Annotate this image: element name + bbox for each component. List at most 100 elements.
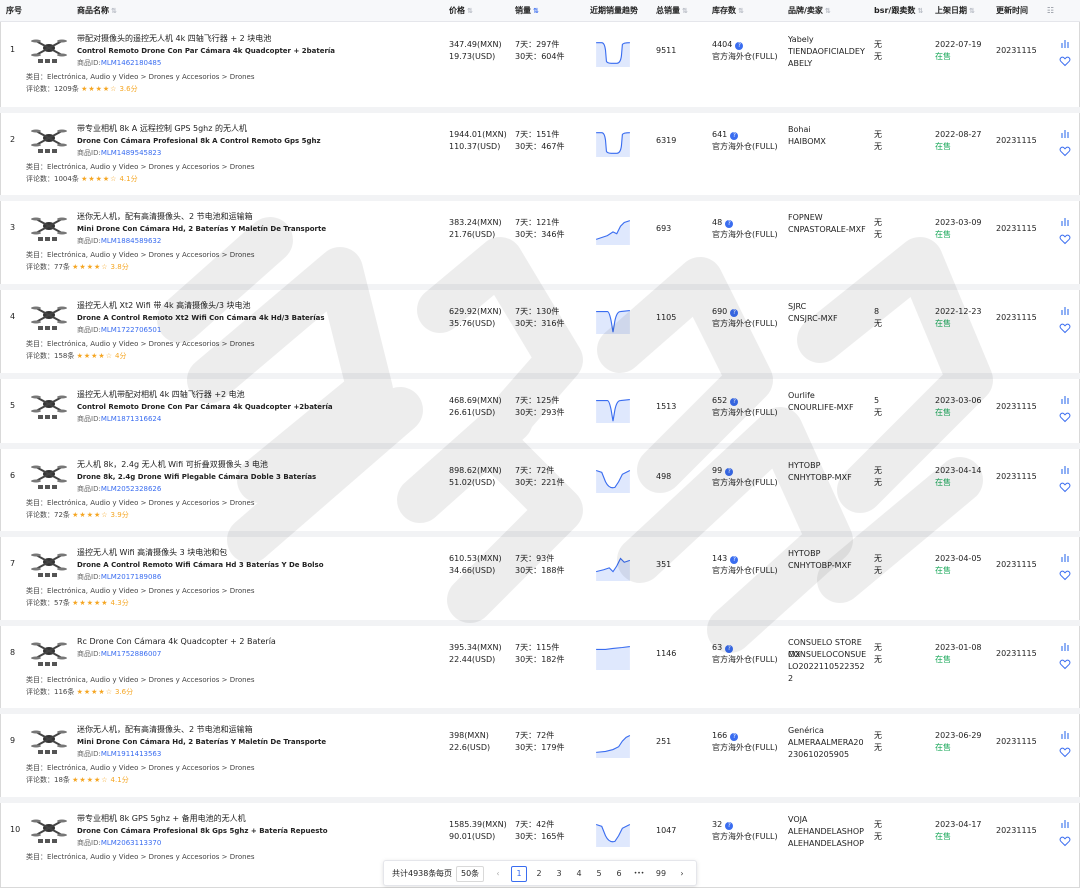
- sort-icon[interactable]: ⇅: [682, 0, 688, 22]
- sort-icon[interactable]: ⇅: [825, 0, 831, 22]
- seller-name[interactable]: CNSJRC-MXF: [788, 313, 868, 325]
- page-last-button[interactable]: 99: [653, 866, 669, 882]
- help-icon[interactable]: ?: [725, 220, 734, 228]
- help-icon[interactable]: ?: [730, 398, 739, 406]
- per-page-select[interactable]: 50条: [456, 866, 485, 882]
- product-thumbnail[interactable]: [30, 211, 68, 243]
- product-title-es[interactable]: Mini Drone Con Cámara Hd, 2 Baterías Y M…: [77, 223, 326, 235]
- product-title-es[interactable]: Drone Con Cámara Profesional 8k A Contro…: [77, 135, 321, 147]
- product-id-link[interactable]: MLM1911413563: [101, 750, 162, 758]
- chart-icon[interactable]: [1059, 463, 1071, 475]
- favorite-heart-icon[interactable]: [1059, 481, 1071, 493]
- col-sales[interactable]: 销量 ⇅: [515, 0, 539, 22]
- col-brand[interactable]: 品牌/卖家 ⇅: [788, 0, 831, 22]
- product-id-link[interactable]: MLM1752886007: [101, 650, 162, 658]
- sales-trend-sparkline[interactable]: [593, 551, 633, 581]
- product-title-cn[interactable]: 带专业相机 8k A 远程控制 GPS 5ghz 的无人机: [77, 123, 247, 135]
- product-id-link[interactable]: MLM1489545823: [101, 149, 162, 157]
- favorite-heart-icon[interactable]: [1059, 835, 1071, 847]
- favorite-heart-icon[interactable]: [1059, 569, 1071, 581]
- product-title-es[interactable]: Drone A Control Remoto Wifi Cámara Hd 3 …: [77, 559, 324, 571]
- favorite-heart-icon[interactable]: [1059, 411, 1071, 423]
- favorite-heart-icon[interactable]: [1059, 55, 1071, 67]
- product-title-cn[interactable]: 迷你无人机，配有高清摄像头、2 节电池和运输箱: [77, 724, 253, 736]
- sales-trend-sparkline[interactable]: [593, 215, 633, 245]
- col-price[interactable]: 价格 ⇅: [449, 0, 473, 22]
- help-icon[interactable]: ?: [725, 822, 734, 830]
- product-thumbnail[interactable]: [30, 636, 68, 668]
- product-title-es[interactable]: Drone Con Cámara Profesional 8k Gps 5ghz…: [77, 825, 328, 837]
- page-4-button[interactable]: 4: [571, 866, 587, 882]
- col-name[interactable]: 商品名称 ⇅: [77, 0, 117, 22]
- help-icon[interactable]: ?: [730, 733, 739, 741]
- product-title-cn[interactable]: 遥控无人机 Xt2 Wifi 带 4k 高清摄像头/3 块电池: [77, 300, 250, 312]
- seller-name[interactable]: CNHYTOBP-MXF: [788, 472, 868, 484]
- favorite-heart-icon[interactable]: [1059, 746, 1071, 758]
- product-title-cn[interactable]: 带专业相机 8k GPS 5ghz + 备用电池的无人机: [77, 813, 246, 825]
- sales-trend-sparkline[interactable]: [593, 728, 633, 758]
- sort-icon[interactable]: ⇅: [111, 0, 117, 22]
- product-title-cn[interactable]: 带配对摄像头的遥控无人机 4k 四轴飞行器 + 2 块电池: [77, 33, 271, 45]
- product-thumbnail[interactable]: [30, 33, 68, 65]
- product-thumbnail[interactable]: [30, 813, 68, 845]
- sales-trend-sparkline[interactable]: [593, 640, 633, 670]
- product-thumbnail[interactable]: [30, 459, 68, 491]
- product-title-es[interactable]: Drone A Control Remoto Xt2 Wifi Con Cáma…: [77, 312, 325, 324]
- sales-trend-sparkline[interactable]: [593, 37, 633, 67]
- sales-trend-sparkline[interactable]: [593, 393, 633, 423]
- product-id-link[interactable]: MLM1722706501: [101, 326, 162, 334]
- page-6-button[interactable]: 6: [611, 866, 627, 882]
- chart-icon[interactable]: [1059, 304, 1071, 316]
- seller-name[interactable]: CONSUELOCONSUELO20221105223522: [788, 649, 868, 685]
- product-title-cn[interactable]: 无人机 8k，2.4g 无人机 Wifi 可折叠双摄像头 3 电池: [77, 459, 268, 471]
- col-date[interactable]: 上架日期 ⇅: [935, 0, 975, 22]
- seller-name[interactable]: TIENDAOFICIALDEYABELY: [788, 46, 868, 70]
- sales-trend-sparkline[interactable]: [593, 304, 633, 334]
- chart-icon[interactable]: [1059, 393, 1071, 405]
- product-title-cn[interactable]: 迷你无人机，配有高清摄像头、2 节电池和运输箱: [77, 211, 253, 223]
- next-page-button[interactable]: ›: [674, 866, 690, 882]
- product-title-cn[interactable]: Rc Drone Con Cámara 4k Quadcopter + 2 Ba…: [77, 636, 276, 648]
- help-icon[interactable]: ?: [730, 132, 739, 140]
- seller-name[interactable]: HAIBOMX: [788, 136, 868, 148]
- sort-icon[interactable]: ⇅: [969, 0, 975, 22]
- page-3-button[interactable]: 3: [551, 866, 567, 882]
- chart-icon[interactable]: [1059, 215, 1071, 227]
- product-thumbnail[interactable]: [30, 389, 68, 421]
- favorite-heart-icon[interactable]: [1059, 233, 1071, 245]
- sort-icon[interactable]: ⇅: [917, 0, 923, 22]
- page-1-button[interactable]: 1: [511, 866, 527, 882]
- product-thumbnail[interactable]: [30, 123, 68, 155]
- col-bsr[interactable]: bsr/跟卖数 ⇅: [874, 0, 923, 22]
- chart-icon[interactable]: [1059, 817, 1071, 829]
- favorite-heart-icon[interactable]: [1059, 322, 1071, 334]
- favorite-heart-icon[interactable]: [1059, 145, 1071, 157]
- chart-icon[interactable]: [1059, 728, 1071, 740]
- favorite-heart-icon[interactable]: [1059, 658, 1071, 670]
- col-stock[interactable]: 库存数 ⇅: [712, 0, 744, 22]
- product-id-link[interactable]: MLM1462180485: [101, 59, 162, 67]
- product-thumbnail[interactable]: [30, 300, 68, 332]
- help-icon[interactable]: ?: [735, 42, 744, 50]
- page-2-button[interactable]: 2: [531, 866, 547, 882]
- pager-ellipsis[interactable]: •••: [631, 866, 647, 882]
- sort-icon[interactable]: ⇅: [467, 0, 473, 22]
- product-title-es[interactable]: Control Remoto Drone Con Par Cámara 4k Q…: [77, 45, 335, 57]
- product-title-cn[interactable]: 遥控无人机 Wifi 高清摄像头 3 块电池和包: [77, 547, 227, 559]
- product-title-es[interactable]: Control Remoto Drone Con Par Cámara 4k Q…: [77, 401, 333, 413]
- chart-icon[interactable]: [1059, 551, 1071, 563]
- page-5-button[interactable]: 5: [591, 866, 607, 882]
- product-thumbnail[interactable]: [30, 547, 68, 579]
- seller-name[interactable]: ALEHANDELASHOPALEHANDELASHOP: [788, 826, 868, 850]
- sort-icon[interactable]: ⇅: [738, 0, 744, 22]
- column-settings-icon[interactable]: ☷: [1047, 0, 1054, 22]
- product-id-link[interactable]: MLM2063113370: [101, 839, 162, 847]
- prev-page-button[interactable]: ‹: [490, 866, 506, 882]
- product-id-link[interactable]: MLM1884589632: [101, 237, 162, 245]
- sort-active-icon[interactable]: ⇅: [533, 0, 539, 22]
- chart-icon[interactable]: [1059, 37, 1071, 49]
- sales-trend-sparkline[interactable]: [593, 127, 633, 157]
- product-id-link[interactable]: MLM2052328626: [101, 485, 162, 493]
- product-title-cn[interactable]: 遥控无人机带配对相机 4k 四轴飞行器 +2 电池: [77, 389, 245, 401]
- seller-name[interactable]: CNHYTOBP-MXF: [788, 560, 868, 572]
